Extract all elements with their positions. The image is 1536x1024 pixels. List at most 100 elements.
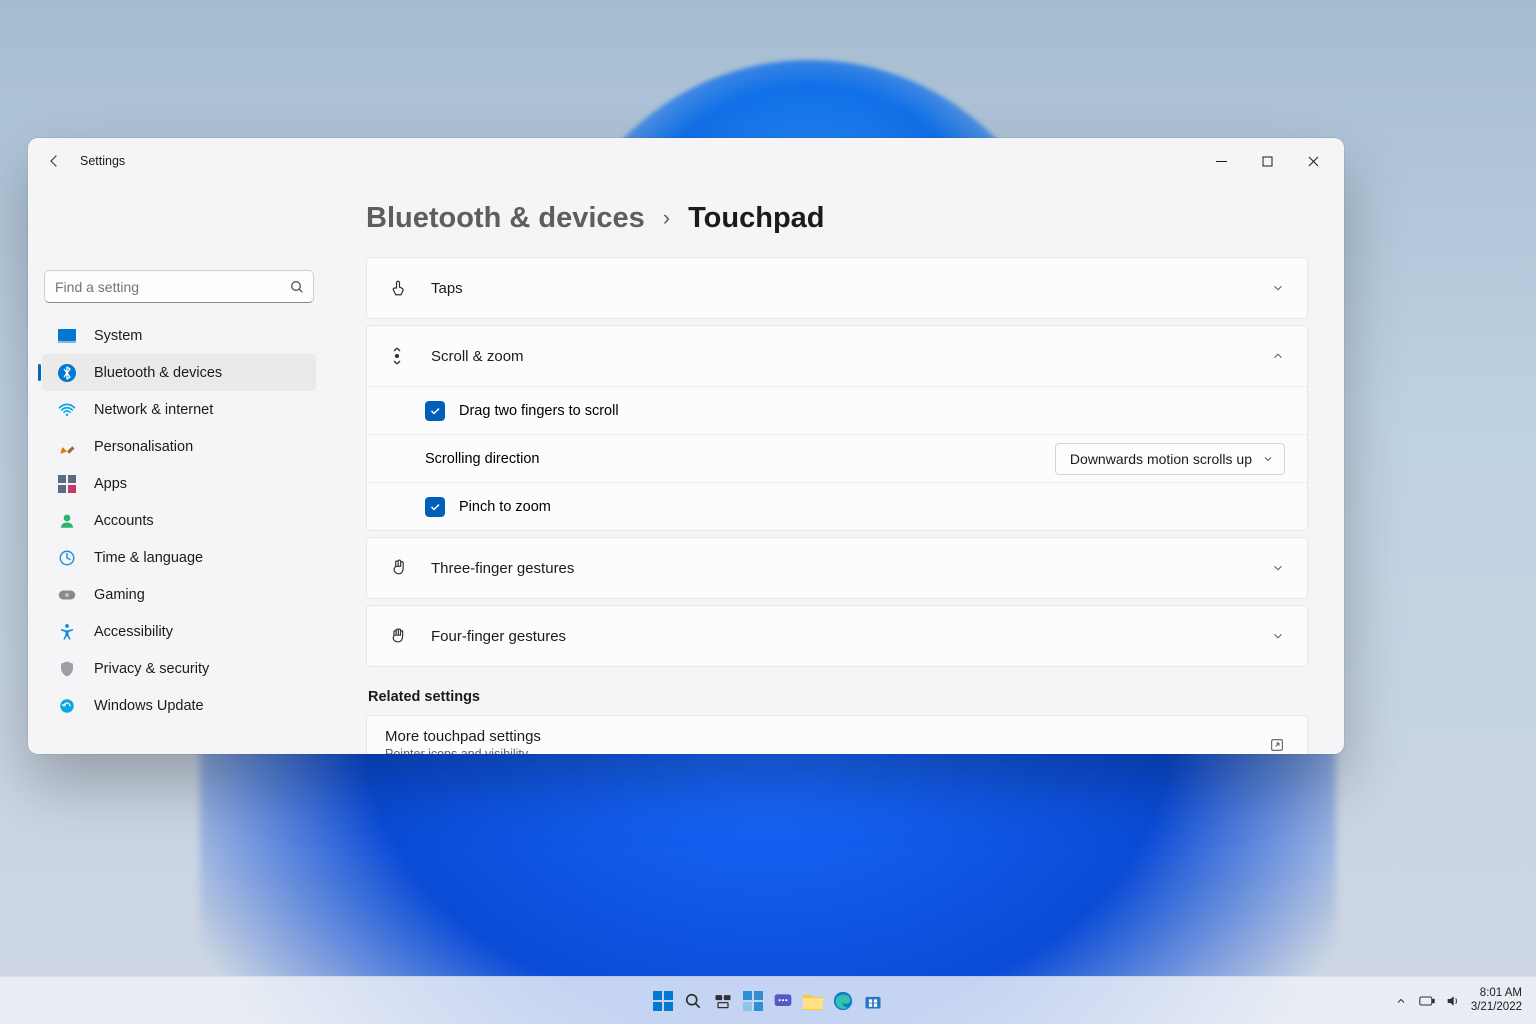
sidebar-item-privacy-security[interactable]: Privacy & security — [42, 650, 316, 687]
page-title: Touchpad — [688, 202, 824, 235]
option-scrolling-direction: Scrolling direction Downwards motion scr… — [367, 434, 1307, 482]
clock-date: 3/21/2022 — [1471, 1001, 1522, 1014]
main-content: Bluetooth & devices › Touchpad Taps — [330, 184, 1344, 754]
sidebar-item-gaming[interactable]: Gaming — [42, 576, 316, 613]
widgets-button[interactable] — [740, 988, 766, 1014]
section-taps[interactable]: Taps — [366, 257, 1308, 319]
start-button[interactable] — [650, 988, 676, 1014]
titlebar: Settings — [28, 138, 1344, 184]
settings-window: Settings — [28, 138, 1344, 754]
sidebar-item-label: Time & language — [94, 550, 203, 566]
sidebar-item-time-language[interactable]: Time & language — [42, 539, 316, 576]
option-label: Scrolling direction — [425, 451, 539, 467]
sidebar-item-system[interactable]: System — [42, 317, 316, 354]
option-drag-two-fingers[interactable]: Drag two fingers to scroll — [367, 386, 1307, 434]
taskbar: 8:01 AM 3/21/2022 — [0, 976, 1536, 1024]
sidebar-item-label: Personalisation — [94, 439, 193, 455]
task-view[interactable] — [710, 988, 736, 1014]
sidebar-item-personalisation[interactable]: Personalisation — [42, 428, 316, 465]
sidebar-item-label: Accounts — [94, 513, 154, 529]
shield-icon — [58, 660, 76, 678]
taskbar-search[interactable] — [680, 988, 706, 1014]
search-icon — [289, 279, 305, 295]
search-input[interactable] — [44, 270, 314, 303]
option-label: Drag two fingers to scroll — [459, 403, 619, 419]
three-finger-icon — [389, 558, 409, 578]
sidebar-item-label: Accessibility — [94, 624, 173, 640]
file-explorer[interactable] — [800, 988, 826, 1014]
taskbar-clock[interactable]: 8:01 AM 3/21/2022 — [1471, 987, 1528, 1013]
system-icon — [58, 327, 76, 345]
chat-button[interactable] — [770, 988, 796, 1014]
sidebar-item-label: Network & internet — [94, 402, 213, 418]
apps-icon — [58, 475, 76, 493]
more-title: More touchpad settings — [385, 728, 541, 745]
section-scroll-zoom: Scroll & zoom Drag two fingers to scroll… — [366, 325, 1308, 531]
sidebar-item-label: Privacy & security — [94, 661, 209, 677]
tap-icon — [389, 279, 409, 297]
clock-time: 8:01 AM — [1471, 987, 1522, 1000]
sidebar-item-label: Bluetooth & devices — [94, 365, 222, 381]
section-three-finger[interactable]: Three-finger gestures — [366, 537, 1308, 599]
chevron-down-icon — [1271, 561, 1285, 575]
window-title: Settings — [80, 154, 125, 168]
breadcrumb-parent[interactable]: Bluetooth & devices — [366, 202, 645, 235]
bluetooth-icon — [58, 364, 76, 382]
option-label: Pinch to zoom — [459, 499, 551, 515]
taskbar-center — [650, 988, 886, 1014]
sidebar: System Bluetooth & devices Network & int… — [28, 184, 330, 754]
gaming-icon — [58, 586, 76, 604]
checkbox-checked[interactable] — [425, 401, 445, 421]
section-label: Four-finger gestures — [431, 628, 566, 645]
tray-overflow[interactable] — [1393, 993, 1409, 1009]
sidebar-item-bluetooth-devices[interactable]: Bluetooth & devices — [42, 354, 316, 391]
more-subtitle: Pointer icons and visibility — [385, 747, 541, 754]
time-language-icon — [58, 549, 76, 567]
search-field[interactable] — [55, 279, 289, 295]
checkbox-checked[interactable] — [425, 497, 445, 517]
sidebar-item-label: Windows Update — [94, 698, 204, 714]
chevron-up-icon — [1271, 349, 1285, 363]
sidebar-item-label: Gaming — [94, 587, 145, 603]
section-four-finger[interactable]: Four-finger gestures — [366, 605, 1308, 667]
related-settings-header: Related settings — [368, 689, 1308, 705]
microsoft-store[interactable] — [860, 988, 886, 1014]
edge-browser[interactable] — [830, 988, 856, 1014]
nav-list: System Bluetooth & devices Network & int… — [28, 317, 330, 724]
four-finger-icon — [389, 626, 409, 646]
chevron-down-icon — [1262, 453, 1274, 465]
tray-battery-icon[interactable] — [1419, 993, 1435, 1009]
dropdown-value: Downwards motion scrolls up — [1070, 451, 1252, 467]
sidebar-item-network[interactable]: Network & internet — [42, 391, 316, 428]
system-tray: 8:01 AM 3/21/2022 — [1393, 987, 1528, 1013]
scroll-icon — [389, 346, 409, 366]
accounts-icon — [58, 512, 76, 530]
scrolling-direction-dropdown[interactable]: Downwards motion scrolls up — [1055, 443, 1285, 475]
wifi-icon — [58, 401, 76, 419]
section-scroll-zoom-header[interactable]: Scroll & zoom — [367, 326, 1307, 386]
sidebar-item-accounts[interactable]: Accounts — [42, 502, 316, 539]
more-touchpad-settings[interactable]: More touchpad settings Pointer icons and… — [366, 715, 1308, 754]
accessibility-icon — [58, 623, 76, 641]
update-icon — [58, 697, 76, 715]
tray-volume-icon[interactable] — [1445, 993, 1461, 1009]
sidebar-item-label: Apps — [94, 476, 127, 492]
back-button[interactable] — [40, 146, 70, 176]
sidebar-item-label: System — [94, 328, 142, 344]
personalisation-icon — [58, 438, 76, 456]
section-label: Three-finger gestures — [431, 560, 574, 577]
minimize-button[interactable] — [1198, 145, 1244, 177]
section-label: Taps — [431, 280, 463, 297]
maximize-button[interactable] — [1244, 145, 1290, 177]
sidebar-item-apps[interactable]: Apps — [42, 465, 316, 502]
option-pinch-zoom[interactable]: Pinch to zoom — [367, 482, 1307, 530]
breadcrumb: Bluetooth & devices › Touchpad — [366, 202, 1308, 235]
section-label: Scroll & zoom — [431, 348, 524, 365]
sidebar-item-accessibility[interactable]: Accessibility — [42, 613, 316, 650]
close-button[interactable] — [1290, 145, 1336, 177]
chevron-down-icon — [1271, 629, 1285, 643]
external-link-icon — [1269, 737, 1285, 753]
sidebar-item-windows-update[interactable]: Windows Update — [42, 687, 316, 724]
chevron-right-icon: › — [663, 205, 670, 231]
chevron-down-icon — [1271, 281, 1285, 295]
